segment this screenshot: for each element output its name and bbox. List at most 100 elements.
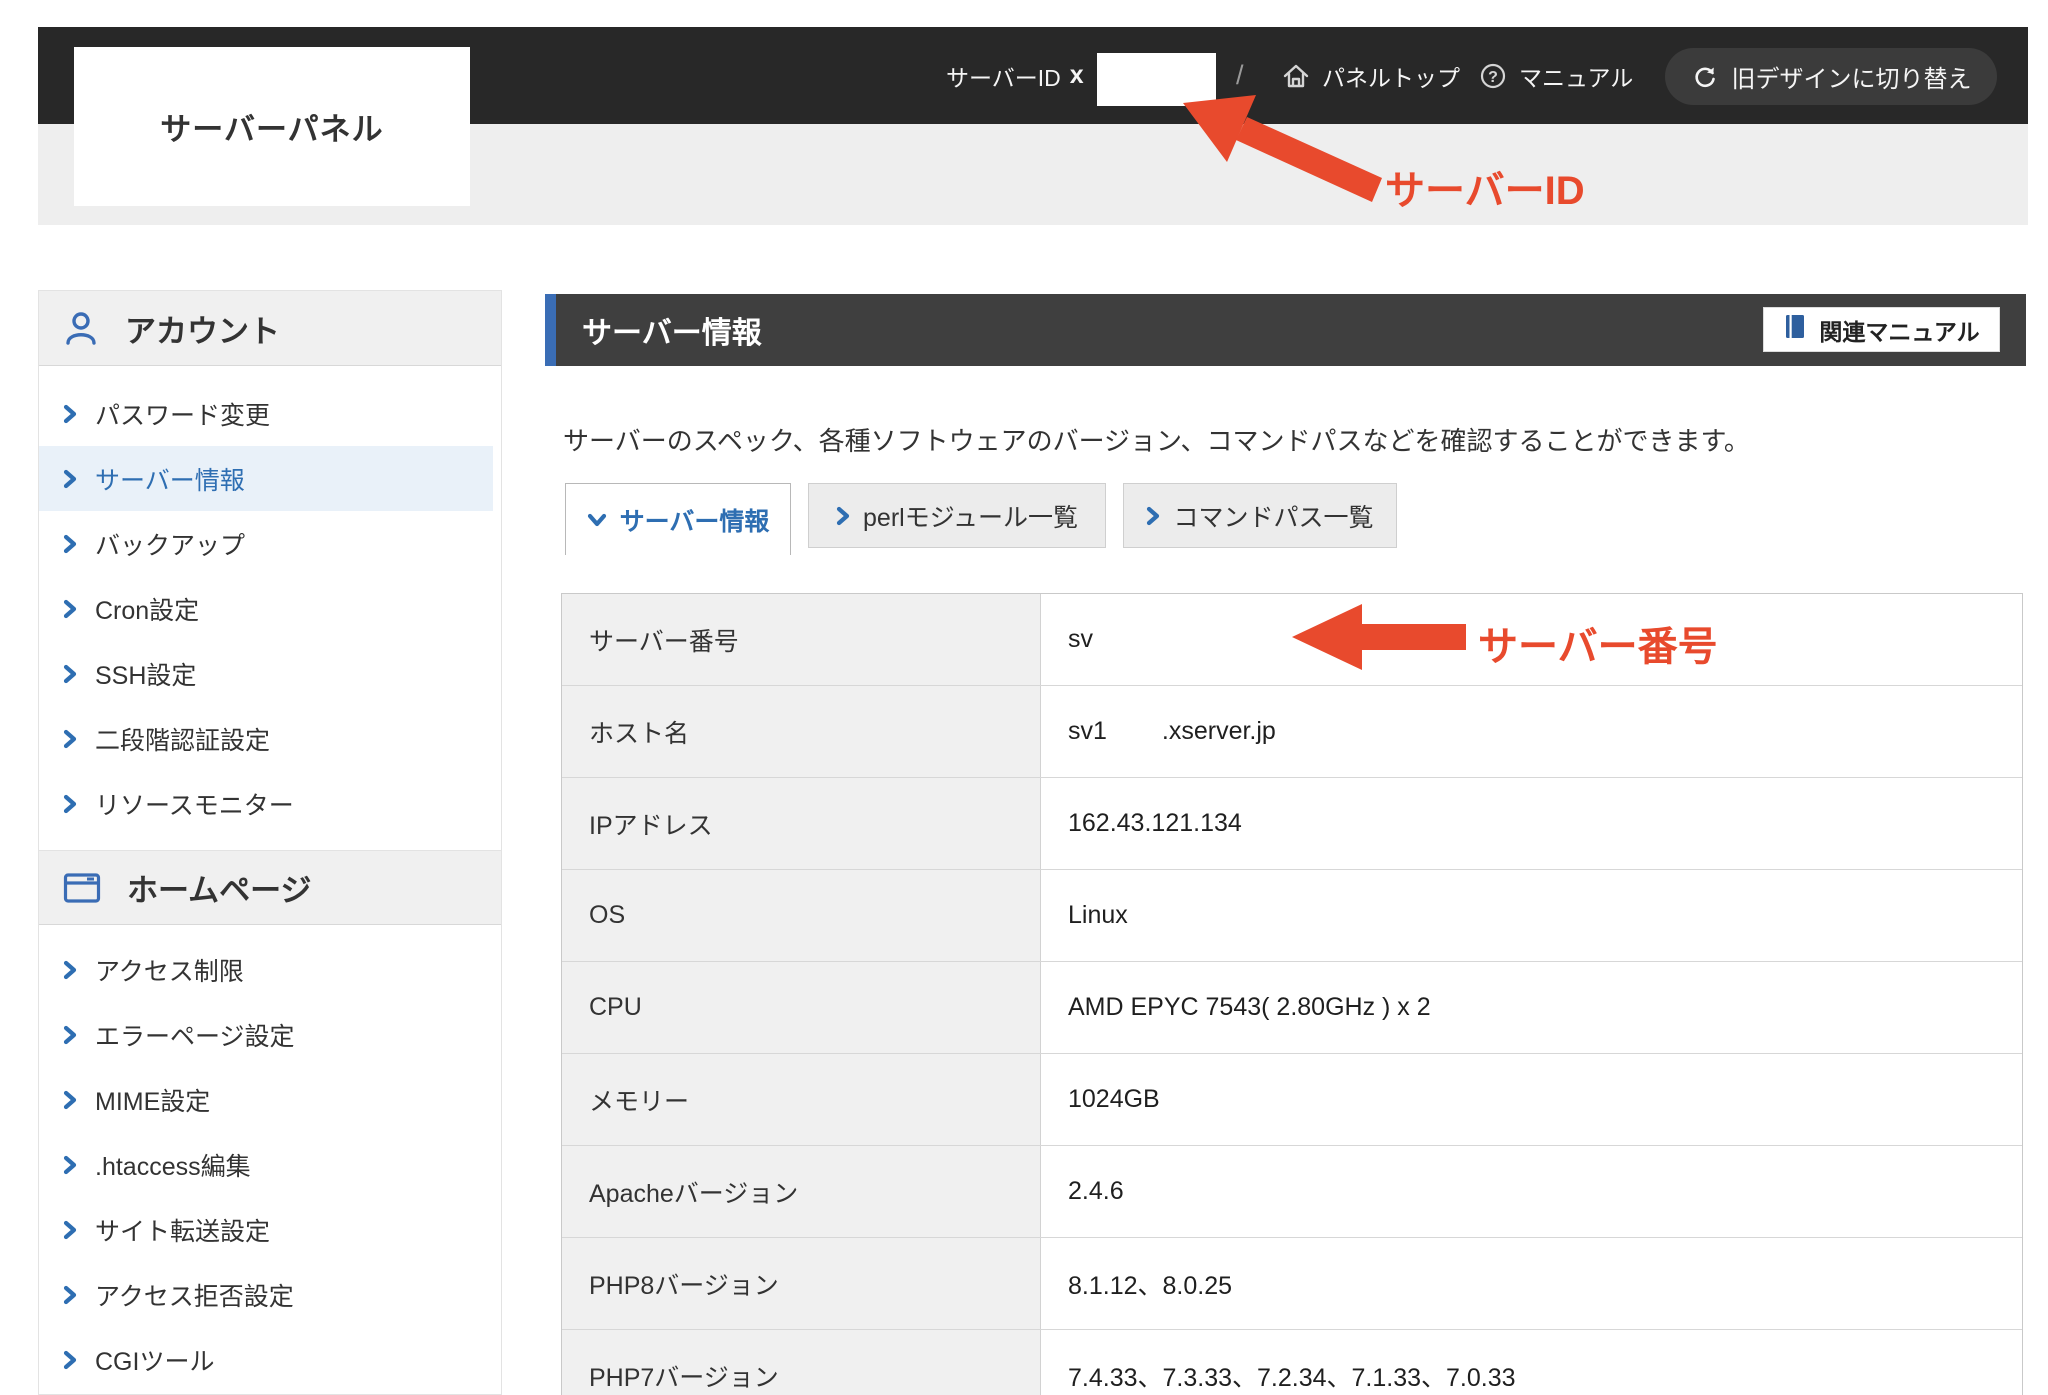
tab-strip: サーバー情報 perlモジュール一覧 コマンドパス一覧 <box>565 483 1397 555</box>
browser-icon <box>63 872 101 904</box>
chevron-right-icon <box>63 1025 77 1045</box>
row-value: 1024GB <box>1041 1054 2022 1145</box>
table-row: PHP7バージョン7.4.33、7.3.33、7.2.34、7.1.33、7.0… <box>562 1329 2022 1395</box>
server-info-table: サーバー番号 sv ホスト名sv1.xserver.jpIPアドレス162.43.1… <box>561 593 2023 1395</box>
table-row: メモリー1024GB <box>562 1053 2022 1145</box>
sidebar-item-label: 二段階認証設定 <box>95 721 270 757</box>
question-icon: ? <box>1478 61 1508 91</box>
row-value: AMD EPYC 7543( 2.80GHz ) x 2 <box>1041 962 2022 1053</box>
sidebar-section: アカウントパスワード変更サーバー情報バックアップ Cron設定 SSH設定二段階認証… <box>39 291 501 836</box>
sidebar-section: ホームページアクセス制限エラーページ設定MIME設定.htaccess編集サイト… <box>39 850 501 1392</box>
value-text: sv1 <box>1068 717 1107 746</box>
sidebar-item[interactable]: パスワード変更 <box>39 381 501 446</box>
sidebar-item[interactable]: バックアップ <box>39 511 501 576</box>
row-value: sv1.xserver.jp <box>1041 686 2022 777</box>
sidebar-item[interactable]: 二段階認証設定 <box>39 706 501 771</box>
sidebar-item[interactable]: SSH設定 <box>39 641 501 706</box>
masked-value <box>1093 627 1183 652</box>
sidebar-item-label: MIME設定 <box>95 1082 210 1118</box>
chevron-right-icon <box>63 404 77 424</box>
sidebar-item[interactable]: エラーページ設定 <box>39 1002 501 1067</box>
chevron-right-icon <box>63 794 77 814</box>
sidebar-item-label: CGIツール <box>95 1342 214 1378</box>
sidebar-item-label: Cron設定 <box>95 591 199 627</box>
table-row: IPアドレス162.43.121.134 <box>562 777 2022 869</box>
panel-top-link[interactable]: パネルトップ <box>1281 27 1460 124</box>
page-title: サーバー情報 <box>582 308 762 352</box>
value-text: 2.4.6 <box>1068 1177 1124 1206</box>
sidebar-item-label: リソースモニター <box>95 786 294 822</box>
sidebar-item-label: サーバー情報 <box>95 461 245 497</box>
value-text: sv <box>1068 625 1093 654</box>
sidebar-item[interactable]: MIME設定 <box>39 1067 501 1132</box>
tab-item[interactable]: perlモジュール一覧 <box>808 483 1106 548</box>
server-panel-page: サーバーID x / パネルトップ ? マニュアル 旧デザインに切り替え サーバ… <box>0 0 2048 1395</box>
sidebar-item-label: エラーページ設定 <box>95 1017 295 1053</box>
sidebar-item[interactable]: アクセス制限 <box>39 937 501 1002</box>
table-row: CPU AMD EPYC 7543( 2.80GHz ) x 2 <box>562 961 2022 1053</box>
row-label: IPアドレス <box>562 778 1041 869</box>
chevron-right-icon <box>63 1220 77 1240</box>
chevron-right-icon <box>63 664 77 684</box>
user-icon <box>63 310 99 346</box>
tab-label: コマンドパス一覧 <box>1173 498 1373 534</box>
row-label: OS <box>562 870 1041 961</box>
row-label: PHP8バージョン <box>562 1238 1041 1329</box>
sidebar: アカウントパスワード変更サーバー情報バックアップ Cron設定 SSH設定二段階認証… <box>38 290 502 1395</box>
page-description: サーバーのスペック、各種ソフトウェアのバージョン、コマンドパスなどを確認すること… <box>563 421 1750 458</box>
topbar-divider: / <box>1236 27 1244 124</box>
sidebar-item[interactable]: .htaccess編集 <box>39 1132 501 1197</box>
chevron-right-icon <box>63 960 77 980</box>
server-id-display: サーバーID x <box>946 27 1084 124</box>
row-label: ホスト名 <box>562 686 1041 777</box>
chevron-right-icon <box>63 1350 77 1370</box>
manual-label: マニュアル <box>1519 59 1633 93</box>
tab-label: サーバー情報 <box>620 502 770 538</box>
service-logo-text: サーバーパネル <box>160 104 383 149</box>
row-value: Linux <box>1041 870 2022 961</box>
chevron-right-icon <box>63 599 77 619</box>
sidebar-item-label: .htaccess編集 <box>95 1147 251 1183</box>
chevron-right-icon <box>63 1155 77 1175</box>
table-row: PHP8バージョン8.1.12、8.0.25 <box>562 1237 2022 1329</box>
sidebar-item[interactable]: サイト転送設定 <box>39 1197 501 1262</box>
table-row: Apacheバージョン 2.4.6 <box>562 1145 2022 1237</box>
row-label: サーバー番号 <box>562 594 1041 685</box>
sidebar-item-label: アクセス拒否設定 <box>95 1277 294 1313</box>
sidebar-item[interactable]: リソースモニター <box>39 771 501 836</box>
chevron-right-icon <box>1146 506 1160 526</box>
tab-active[interactable]: サーバー情報 <box>565 483 791 555</box>
sidebar-item[interactable]: Cron設定 <box>39 576 501 641</box>
sidebar-section-header: アカウント <box>39 291 501 366</box>
home-icon <box>1281 61 1311 91</box>
sidebar-item[interactable]: CGIツール <box>39 1327 501 1392</box>
chevron-right-icon <box>63 1090 77 1110</box>
server-id-masked-value <box>1097 53 1216 106</box>
value-text: 7.4.33、7.3.33、7.2.34、7.1.33、7.0.33 <box>1068 1358 1516 1394</box>
service-logo: サーバーパネル <box>74 47 470 206</box>
row-label: CPU <box>562 962 1041 1053</box>
sidebar-section-title: アカウント <box>125 306 280 351</box>
sidebar-item[interactable]: サーバー情報 <box>39 446 493 511</box>
row-label: Apacheバージョン <box>562 1146 1041 1237</box>
chevron-down-icon <box>587 513 607 527</box>
table-row: OS Linux <box>562 869 2022 961</box>
refresh-icon <box>1691 63 1719 91</box>
sidebar-item-label: パスワード変更 <box>95 396 270 432</box>
tab-item[interactable]: コマンドパス一覧 <box>1123 483 1397 548</box>
chevron-right-icon <box>63 534 77 554</box>
tab-label: perlモジュール一覧 <box>863 498 1078 534</box>
panel-top-label: パネルトップ <box>1322 59 1460 93</box>
chevron-right-icon <box>836 506 850 526</box>
value-text: AMD EPYC 7543( 2.80GHz ) x 2 <box>1068 993 1431 1022</box>
switch-old-design-button[interactable]: 旧デザインに切り替え <box>1665 48 1997 105</box>
masked-value <box>1107 719 1162 744</box>
related-manual-button[interactable]: 関連マニュアル <box>1763 307 2000 352</box>
svg-text:?: ? <box>1488 69 1498 86</box>
value-text: Linux <box>1068 901 1128 930</box>
server-id-label: サーバーID <box>946 59 1061 93</box>
sidebar-item[interactable]: アクセス拒否設定 <box>39 1262 501 1327</box>
manual-link[interactable]: ? マニュアル <box>1478 27 1633 124</box>
value-text: 1024GB <box>1068 1085 1160 1114</box>
row-value: 7.4.33、7.3.33、7.2.34、7.1.33、7.0.33 <box>1041 1330 2022 1395</box>
